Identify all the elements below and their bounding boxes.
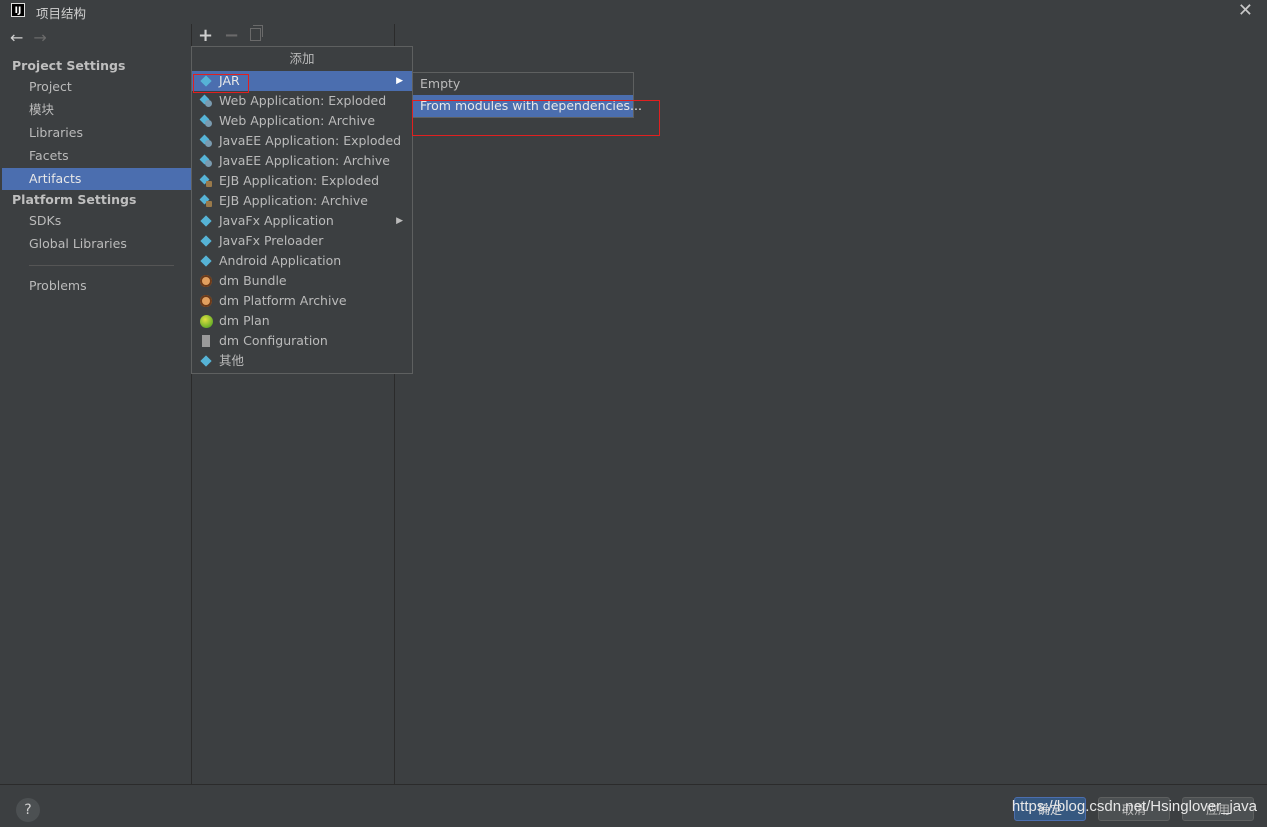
- menu-item-label: JavaFx Application: [219, 213, 334, 228]
- menu-item-web-exploded[interactable]: Web Application: Exploded: [192, 91, 412, 111]
- close-icon[interactable]: ✕: [1238, 0, 1253, 22]
- sidebar-item-sdks[interactable]: SDKs: [2, 210, 191, 232]
- dialog-footer: ? 确定 取消 应用 https://blog.csdn.net/Hsinglo…: [0, 784, 1267, 827]
- window-titlebar: IJ 项目结构 ✕: [0, 0, 1267, 22]
- dm-bundle-icon: [200, 295, 212, 307]
- remove-icon[interactable]: −: [224, 25, 239, 46]
- menu-item-label: EJB Application: Archive: [219, 193, 368, 208]
- copy-icon[interactable]: [250, 25, 263, 41]
- artifact-diamond-icon: [200, 215, 212, 227]
- menu-item-javaee-archive[interactable]: JavaEE Application: Archive: [192, 151, 412, 171]
- artifact-details-panel: [395, 24, 1265, 784]
- menu-item-dm-bundle[interactable]: dm Bundle: [192, 271, 412, 291]
- ejb-artifact-icon: [200, 195, 212, 207]
- popup-title: 添加: [289, 51, 315, 66]
- submenu-arrow-icon: ▶: [396, 216, 403, 226]
- menu-item-label: dm Plan: [219, 313, 270, 328]
- section-platform-settings: Platform Settings: [12, 192, 137, 207]
- sidebar-item-libraries[interactable]: Libraries: [2, 122, 191, 144]
- web-artifact-icon: [200, 115, 212, 127]
- history-nav: ← →: [10, 28, 47, 47]
- help-icon[interactable]: ?: [16, 798, 40, 822]
- menu-item-javafx-application[interactable]: JavaFx Application ▶: [192, 211, 412, 231]
- menu-item-label: JavaEE Application: Exploded: [219, 133, 402, 148]
- sidebar-item-modules[interactable]: 模块: [2, 99, 191, 121]
- section-project-settings: Project Settings: [12, 58, 126, 73]
- javaee-artifact-icon: [200, 155, 212, 167]
- watermark-url: https://blog.csdn.net/Hsinglover_java: [1011, 798, 1257, 815]
- sidebar-item-problems[interactable]: Problems: [2, 275, 191, 297]
- add-artifact-popup: 添加 JAR ▶ Web Application: Exploded Web A…: [191, 46, 413, 374]
- settings-sidebar: ← → Project Settings Project 模块 Libraries…: [2, 24, 191, 784]
- sidebar-item-facets[interactable]: Facets: [2, 145, 191, 167]
- menu-item-label: JavaFx Preloader: [219, 233, 324, 248]
- highlight-box-from-modules: [412, 100, 660, 136]
- submenu-item-empty[interactable]: Empty: [413, 73, 633, 95]
- dm-plan-icon: [200, 315, 213, 328]
- artifact-diamond-icon: [200, 355, 212, 367]
- menu-item-javafx-preloader[interactable]: JavaFx Preloader: [192, 231, 412, 251]
- menu-item-dm-plan[interactable]: dm Plan: [192, 311, 412, 331]
- highlight-box-jar: [193, 74, 249, 93]
- submenu-arrow-icon: ▶: [396, 76, 403, 86]
- back-arrow-icon[interactable]: ←: [10, 28, 23, 47]
- sidebar-item-artifacts[interactable]: Artifacts: [2, 168, 191, 190]
- menu-item-label: JavaEE Application: Archive: [219, 153, 390, 168]
- sidebar-item-global-libraries[interactable]: Global Libraries: [2, 233, 191, 255]
- menu-item-label: dm Configuration: [219, 333, 328, 348]
- menu-item-javaee-exploded[interactable]: JavaEE Application: Exploded: [192, 131, 412, 151]
- menu-item-dm-configuration[interactable]: dm Configuration: [192, 331, 412, 351]
- menu-item-label: dm Bundle: [219, 273, 287, 288]
- menu-item-label: Web Application: Exploded: [219, 93, 387, 108]
- menu-item-label: EJB Application: Exploded: [219, 173, 380, 188]
- window-title: 项目结构: [36, 6, 87, 21]
- artifact-diamond-icon: [200, 235, 212, 247]
- add-icon[interactable]: +: [198, 25, 213, 46]
- menu-item-web-archive[interactable]: Web Application: Archive: [192, 111, 412, 131]
- menu-item-android-application[interactable]: Android Application: [192, 251, 412, 271]
- menu-item-dm-platform-archive[interactable]: dm Platform Archive: [192, 291, 412, 311]
- menu-item-ejb-archive[interactable]: EJB Application: Archive: [192, 191, 412, 211]
- dm-config-icon: [200, 335, 212, 347]
- artifact-diamond-icon: [200, 255, 212, 267]
- intellij-logo-icon: IJ: [11, 3, 25, 17]
- menu-item-label: dm Platform Archive: [219, 293, 347, 308]
- ejb-artifact-icon: [200, 175, 212, 187]
- menu-item-label: Web Application: Archive: [219, 113, 376, 128]
- sidebar-divider: [29, 265, 174, 266]
- forward-arrow-icon[interactable]: →: [33, 28, 46, 47]
- menu-item-other[interactable]: 其他: [192, 351, 412, 371]
- menu-item-label: Android Application: [219, 253, 342, 268]
- sidebar-item-project[interactable]: Project: [2, 76, 191, 98]
- menu-item-label: 其他: [219, 353, 245, 368]
- menu-item-ejb-exploded[interactable]: EJB Application: Exploded: [192, 171, 412, 191]
- web-artifact-icon: [200, 95, 212, 107]
- javaee-artifact-icon: [200, 135, 212, 147]
- dm-bundle-icon: [200, 275, 212, 287]
